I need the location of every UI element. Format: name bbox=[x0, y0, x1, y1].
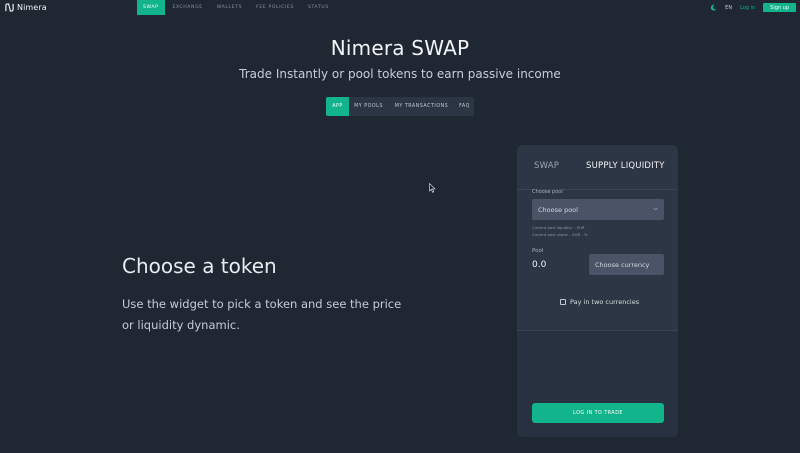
widget-tab-supply-liquidity[interactable]: SUPPLY LIQUIDITY bbox=[586, 161, 665, 171]
top-navigation: Nimera SWAP EXCHANGE WALLETS FEE POLICIE… bbox=[0, 0, 800, 15]
pool-label: Pool bbox=[532, 248, 544, 254]
choose-currency-select[interactable]: Choose currency bbox=[589, 254, 664, 275]
login-link[interactable]: Log in bbox=[740, 5, 755, 11]
intro-title: Choose a token bbox=[122, 254, 277, 278]
pay-two-currencies-label: Pay in two currencies bbox=[570, 298, 640, 306]
signup-button[interactable]: Sign up bbox=[763, 3, 796, 12]
tab-app[interactable]: APP bbox=[326, 97, 349, 116]
choose-pool-label: Choose pool bbox=[532, 189, 563, 195]
nimera-logo-icon bbox=[5, 3, 14, 12]
logo-text: Nimera bbox=[17, 3, 47, 12]
nav-item-wallets[interactable]: WALLETS bbox=[211, 0, 248, 15]
current-pool-share: Current pool share: - EUR - % bbox=[532, 232, 588, 237]
nav-right: EN Log in Sign up bbox=[710, 0, 796, 15]
nav-item-exchange[interactable]: EXCHANGE bbox=[167, 0, 209, 15]
login-to-trade-button[interactable]: LOG IN TO TRADE bbox=[532, 403, 664, 423]
pay-two-currencies-checkbox[interactable] bbox=[560, 299, 566, 305]
page-title: Nimera SWAP bbox=[330, 36, 470, 60]
page: Nimera SWAP EXCHANGE WALLETS FEE POLICIE… bbox=[0, 0, 800, 453]
intro-description: Use the widget to pick a token and see t… bbox=[122, 297, 402, 332]
nav-item-swap[interactable]: SWAP bbox=[137, 0, 165, 15]
tab-my-pools[interactable]: MY POOLS bbox=[349, 97, 388, 116]
choose-pool-placeholder: Choose pool bbox=[538, 205, 578, 214]
chevron-down-icon bbox=[653, 207, 658, 211]
logo[interactable]: Nimera bbox=[5, 0, 47, 15]
choose-pool-select[interactable]: Choose pool bbox=[532, 199, 664, 220]
widget-tab-swap[interactable]: SWAP bbox=[534, 161, 559, 171]
moon-icon[interactable] bbox=[710, 4, 717, 11]
nav-item-fee-policies[interactable]: FEE POLICIES bbox=[250, 0, 300, 15]
pool-amount-input[interactable]: 0.0 bbox=[532, 260, 546, 270]
choose-currency-placeholder: Choose currency bbox=[595, 260, 650, 269]
subtab-bar: APP MY POOLS MY TRANSACTIONS FAQ bbox=[326, 97, 474, 116]
tab-my-transactions[interactable]: MY TRANSACTIONS bbox=[388, 97, 455, 116]
widget-footer-divider bbox=[517, 330, 678, 331]
tab-faq[interactable]: FAQ bbox=[455, 97, 474, 116]
nav-item-status[interactable]: STATUS bbox=[302, 0, 335, 15]
current-pool-liquidity: Current pool liquidity: - EUR bbox=[532, 225, 585, 230]
pay-two-currencies-option[interactable]: Pay in two currencies bbox=[560, 298, 639, 306]
page-subtitle: Trade Instantly or pool tokens to earn p… bbox=[239, 67, 561, 81]
language-selector[interactable]: EN bbox=[725, 5, 732, 11]
widget-tabs: SWAP SUPPLY LIQUIDITY bbox=[517, 145, 678, 189]
mouse-cursor-icon bbox=[429, 183, 436, 193]
main-nav: SWAP EXCHANGE WALLETS FEE POLICIES STATU… bbox=[137, 0, 337, 15]
